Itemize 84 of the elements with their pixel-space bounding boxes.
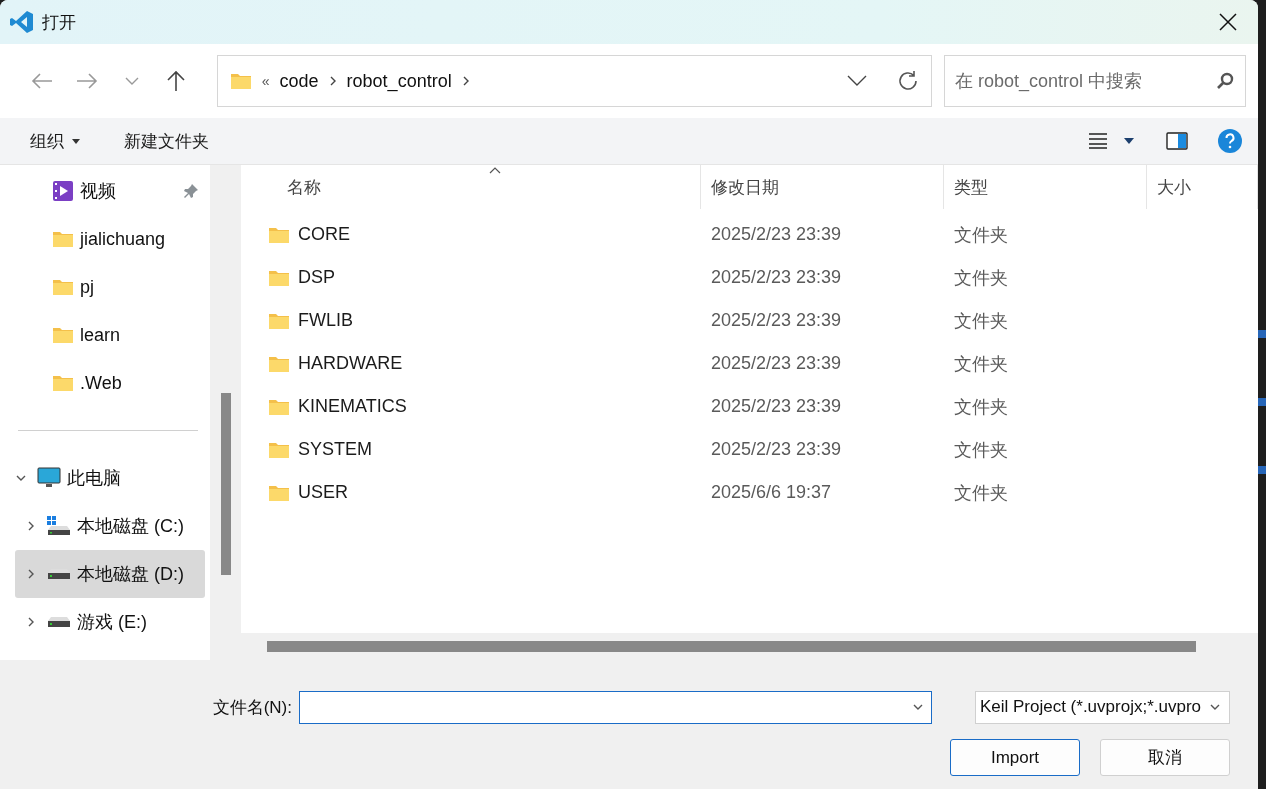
- view-list-icon[interactable]: [1088, 133, 1108, 149]
- preview-pane-icon[interactable]: [1166, 132, 1188, 150]
- table-cell-text: 2025/2/23 23:39: [710, 224, 843, 245]
- breadcrumb[interactable]: code: [279, 70, 319, 92]
- dropdown-chevron-icon[interactable]: [847, 75, 868, 87]
- sidebar-item[interactable]: learn: [5, 311, 205, 359]
- table-cell-text: 2025/2/23 23:39: [710, 396, 843, 417]
- folder-icon: [268, 311, 290, 330]
- folder-icon: [52, 374, 74, 392]
- folder-icon: [52, 326, 74, 344]
- column-header[interactable]: 名称: [241, 165, 701, 209]
- video-icon: [52, 180, 74, 202]
- chevron-icon: [328, 75, 337, 87]
- table-cell-text: 文件夹: [953, 309, 1009, 333]
- table-cell-text: 文件夹: [953, 395, 1009, 419]
- monitor-icon: [37, 467, 61, 489]
- table-cell-text: 2025/2/23 23:39: [710, 439, 843, 460]
- close-icon: [1219, 13, 1237, 31]
- folder-icon: [268, 483, 290, 502]
- drive-icon: [47, 615, 71, 629]
- new-folder-button[interactable]: 新建文件夹: [112, 125, 221, 157]
- folder-icon: [268, 268, 290, 287]
- file-row-name[interactable]: DSP: [241, 267, 701, 288]
- file-row-name[interactable]: KINEMATICS: [241, 396, 701, 417]
- folder-icon: [52, 230, 74, 248]
- background-tab-bar: [1258, 330, 1266, 338]
- sidebar-item[interactable]: 视频: [5, 167, 205, 215]
- scrollbar-thumb[interactable]: [220, 393, 231, 575]
- app-logo-icon: [10, 10, 34, 34]
- table-cell-text: 文件夹: [953, 266, 1009, 290]
- scrollbar-thumb[interactable]: [267, 641, 1196, 652]
- caret-icon: [72, 138, 80, 144]
- filename-label: 文件名(N):: [212, 696, 292, 719]
- file-type-dropdown[interactable]: Keil Project (*.uvprojx;*.uvpro: [974, 690, 1230, 724]
- sidebar-item[interactable]: 游戏 (E:): [15, 598, 205, 646]
- folder-icon: [268, 397, 290, 416]
- search-field[interactable]: 在 robot_control 中搜索: [944, 55, 1246, 107]
- column-header[interactable]: 修改日期: [701, 165, 944, 209]
- file-row-name[interactable]: CORE: [241, 224, 701, 245]
- sidebar-item[interactable]: jialichuang: [5, 215, 205, 263]
- table-cell-text: 2025/2/23 23:39: [710, 310, 843, 331]
- drive-icon: [47, 515, 71, 537]
- chevron-down-icon: [124, 76, 139, 86]
- window-title: 打开: [42, 11, 77, 34]
- up-arrow-icon: [166, 70, 187, 92]
- file-row-name[interactable]: USER: [241, 482, 701, 503]
- table-cell-text: 2025/6/6 19:37: [710, 482, 833, 503]
- breadcrumb[interactable]: robot_control: [346, 70, 452, 92]
- address-bar[interactable]: « code robot_control: [216, 55, 933, 107]
- chevron-icon: [461, 75, 470, 87]
- file-row-name[interactable]: HARDWARE: [241, 353, 701, 374]
- table-cell-text: 文件夹: [953, 223, 1009, 247]
- forward-arrow-icon: [76, 72, 99, 90]
- filename-field[interactable]: [299, 690, 932, 724]
- import-button[interactable]: Import: [950, 739, 1080, 776]
- background-tab-bar: [1258, 398, 1266, 406]
- folder-icon: [268, 225, 290, 244]
- sidebar-item[interactable]: 本地磁盘 (C:): [15, 502, 205, 550]
- table-cell-text: 2025/2/23 23:39: [710, 267, 843, 288]
- organize-menu-button[interactable]: 组织: [18, 125, 92, 157]
- folder-icon: [229, 72, 252, 90]
- sort-caret-icon: [488, 167, 501, 174]
- cancel-button[interactable]: 取消: [1100, 739, 1230, 776]
- table-cell-text: 文件夹: [953, 481, 1009, 505]
- table-cell-text: 文件夹: [953, 352, 1009, 376]
- help-icon[interactable]: [1218, 129, 1242, 153]
- folder-icon: [268, 440, 290, 459]
- table-cell-text: 2025/2/23 23:39: [710, 353, 843, 374]
- search-icon: [1215, 72, 1234, 90]
- folder-icon: [268, 354, 290, 373]
- refresh-icon[interactable]: [897, 70, 920, 92]
- sidebar-item[interactable]: 本地磁盘 (D:): [15, 550, 205, 598]
- overflow-crumb[interactable]: «: [261, 73, 270, 89]
- caret-icon[interactable]: [1124, 138, 1134, 144]
- background-tab-bar: [1258, 466, 1266, 474]
- column-header[interactable]: 类型: [944, 165, 1147, 209]
- file-row-name[interactable]: FWLIB: [241, 310, 701, 331]
- folder-icon: [52, 278, 74, 296]
- sidebar-item[interactable]: .Web: [5, 359, 205, 407]
- sidebar-item[interactable]: pj: [5, 263, 205, 311]
- table-cell-text: 文件夹: [953, 438, 1009, 462]
- file-row-name[interactable]: SYSTEM: [241, 439, 701, 460]
- back-arrow-icon: [31, 72, 54, 90]
- sidebar-item[interactable]: 此电脑: [5, 454, 205, 502]
